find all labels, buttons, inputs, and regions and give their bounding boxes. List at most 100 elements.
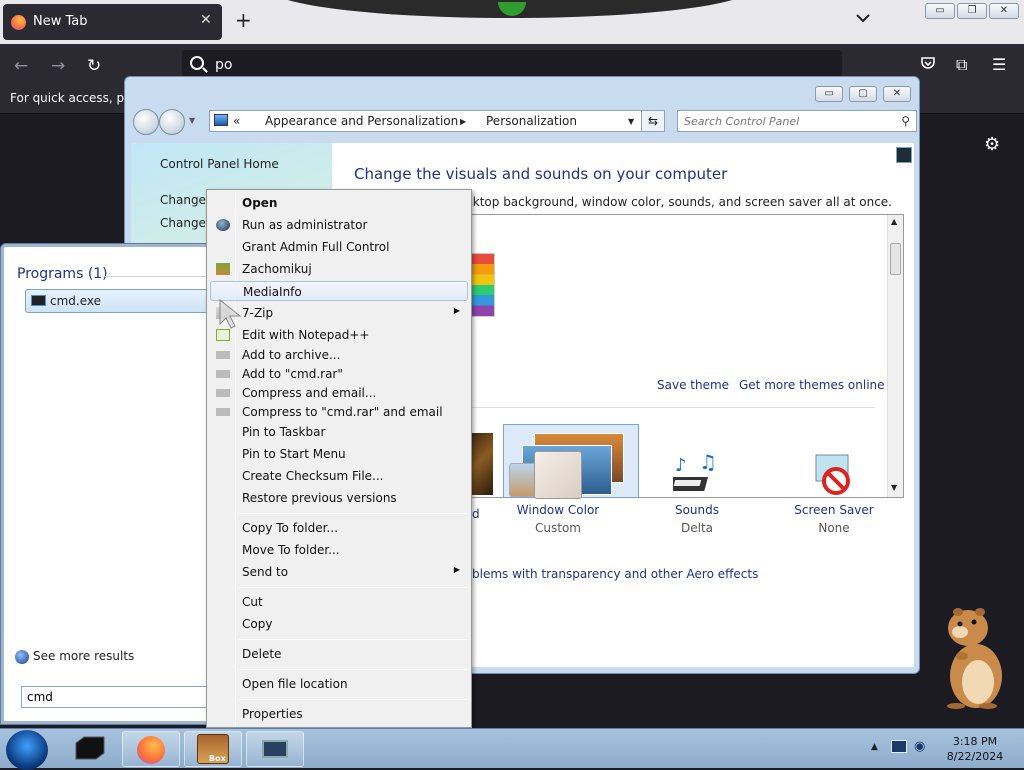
window-color-item[interactable]: Window Color Custom [498, 451, 618, 535]
forward-button[interactable] [159, 109, 185, 135]
menu-icon[interactable]: ☰ [992, 55, 1006, 74]
menu-item-checksum[interactable]: Create Checksum File... [210, 466, 468, 486]
help-icon[interactable] [896, 147, 912, 163]
cmd-taskbar-icon[interactable] [74, 735, 106, 761]
menu-item-copy-to-folder[interactable]: Copy To folder... [210, 518, 468, 538]
menu-item-zachomikuj[interactable]: Zachomikuj [210, 259, 468, 279]
clock-time: 3:18 PM [952, 735, 998, 748]
menu-item-mediainfo[interactable]: MediaInfo [210, 281, 468, 301]
menu-item-notepadpp[interactable]: Edit with Notepad++ [210, 325, 468, 345]
desktop-background-partial[interactable]: d [472, 507, 480, 521]
search-results-icon [15, 649, 29, 664]
scroll-thumb[interactable] [890, 243, 901, 275]
menu-item-copy[interactable]: Copy [210, 614, 468, 634]
address-bar[interactable]: « Appearance and Personalization ▶ Perso… [209, 110, 663, 132]
start-search-box[interactable] [21, 686, 221, 708]
tab-new-tab[interactable]: New Tab ✕ [3, 4, 222, 40]
firefox-tab-strip: New Tab ✕ + ▭ ❐ ✕ [0, 0, 1024, 44]
menu-label: Open file location [242, 677, 348, 691]
program-item-cmd[interactable]: cmd.exe [25, 289, 215, 313]
start-button[interactable] [6, 730, 48, 770]
close-window-button[interactable]: ✕ [883, 86, 911, 102]
menu-item-open[interactable]: Open [210, 193, 468, 213]
chevron-down-icon[interactable]: ▼ [628, 117, 634, 126]
menu-item-run-as-administrator[interactable]: Run as administrator [210, 215, 468, 235]
menu-label: Copy [242, 617, 273, 631]
screen-saver-label[interactable]: Screen Saver [774, 503, 894, 517]
menu-item-compress-rar-email[interactable]: Compress to "cmd.rar" and email [210, 402, 468, 422]
menu-label: Zachomikuj [242, 262, 312, 276]
menu-item-add-to-rar[interactable]: Add to "cmd.rar" [210, 364, 468, 384]
save-theme-link[interactable]: Save theme [657, 378, 729, 392]
tray-expand-icon[interactable]: ▲ [871, 742, 878, 752]
shield-icon [216, 219, 230, 231]
menu-separator [239, 513, 467, 514]
extensions-icon[interactable]: ⧉ [956, 55, 967, 75]
chevron-right-icon[interactable]: ▶ [460, 117, 466, 126]
menu-item-open-file-location[interactable]: Open file location [210, 674, 468, 694]
back-button[interactable] [133, 109, 159, 135]
menu-item-delete[interactable]: Delete [210, 644, 468, 664]
sidebar-link[interactable]: Change [160, 216, 206, 230]
restore-button[interactable]: ❐ [957, 3, 987, 19]
menu-item-restore-versions[interactable]: Restore previous versions [210, 488, 468, 508]
close-window-button[interactable]: ✕ [989, 3, 1019, 19]
clock[interactable]: 3:18 PM 8/22/2024 [940, 734, 1010, 764]
window-color-label[interactable]: Window Color [498, 503, 618, 517]
menu-label: Grant Admin Full Control [242, 240, 390, 254]
network-icon[interactable] [891, 740, 907, 753]
control-panel-taskbar-button[interactable] [246, 731, 304, 767]
menu-label: Properties [242, 707, 303, 721]
menu-item-pin-taskbar[interactable]: Pin to Taskbar [210, 422, 468, 442]
volume-icon[interactable]: ◉ [914, 739, 925, 754]
menu-item-pin-start[interactable]: Pin to Start Menu [210, 444, 468, 464]
menu-item-7zip[interactable]: 7-Zip ▶ [210, 303, 468, 323]
archive-icon [216, 408, 230, 416]
sidebar-link[interactable]: Change [160, 193, 206, 207]
get-more-themes-link[interactable]: Get more themes online [739, 378, 885, 392]
search-box[interactable]: ⚲ [677, 110, 917, 132]
search-input[interactable] [684, 112, 884, 130]
control-panel-home-link[interactable]: Control Panel Home [160, 157, 279, 171]
menu-item-compress-email[interactable]: Compress and email... [210, 383, 468, 403]
aero-troubleshoot-link[interactable]: blems with transparency and other Aero e… [472, 567, 758, 581]
refresh-icon[interactable]: ⇆ [641, 110, 665, 132]
sounds-item[interactable]: ♪ ♫ Sounds Delta [637, 450, 757, 535]
sounds-label[interactable]: Sounds [637, 503, 757, 517]
scroll-up-icon[interactable]: ▲ [891, 217, 897, 226]
minimize-button[interactable]: ▭ [925, 3, 955, 19]
window-color-value: Custom [535, 521, 581, 535]
gear-icon[interactable]: ⚙ [984, 134, 1000, 155]
see-more-label: See more results [33, 649, 135, 663]
menu-item-grant-admin[interactable]: Grant Admin Full Control [210, 237, 468, 257]
pocket-icon[interactable] [920, 55, 936, 75]
back-icon[interactable]: ← [14, 56, 28, 76]
url-input[interactable]: po [215, 57, 232, 73]
chevron-down-icon[interactable]: ▼ [189, 116, 195, 125]
maximize-button[interactable]: ▢ [849, 86, 877, 102]
menu-label: Pin to Taskbar [242, 425, 326, 439]
chevron-down-icon[interactable] [856, 12, 870, 27]
close-icon[interactable]: ✕ [200, 12, 212, 28]
screen-saver-item[interactable]: Screen Saver None [774, 451, 894, 535]
menu-label: Send to [242, 565, 289, 579]
search-icon[interactable]: ⚲ [901, 114, 910, 128]
box-taskbar-button[interactable]: Box [184, 731, 242, 767]
reload-icon[interactable]: ↻ [87, 56, 101, 76]
minimize-button[interactable]: ▭ [815, 86, 843, 102]
breadcrumb-personalization[interactable]: Personalization [486, 114, 577, 128]
menu-item-cut[interactable]: Cut [210, 592, 468, 612]
forward-icon[interactable]: → [51, 56, 65, 76]
breadcrumb-appearance[interactable]: Appearance and Personalization [265, 114, 458, 128]
menu-item-move-to-folder[interactable]: Move To folder... [210, 540, 468, 560]
menu-item-add-to-archive[interactable]: Add to archive... [210, 345, 468, 365]
plus-icon[interactable]: + [235, 10, 252, 30]
menu-item-send-to[interactable]: Send to ▶ [210, 562, 468, 582]
firefox-taskbar-button[interactable] [122, 731, 180, 767]
start-search-input[interactable] [27, 688, 207, 706]
menu-item-properties[interactable]: Properties [210, 704, 468, 724]
menu-separator [239, 639, 467, 640]
see-more-results-link[interactable]: See more results [15, 649, 134, 664]
menu-label: Create Checksum File... [242, 469, 384, 483]
address-overflow[interactable]: « [233, 114, 240, 128]
